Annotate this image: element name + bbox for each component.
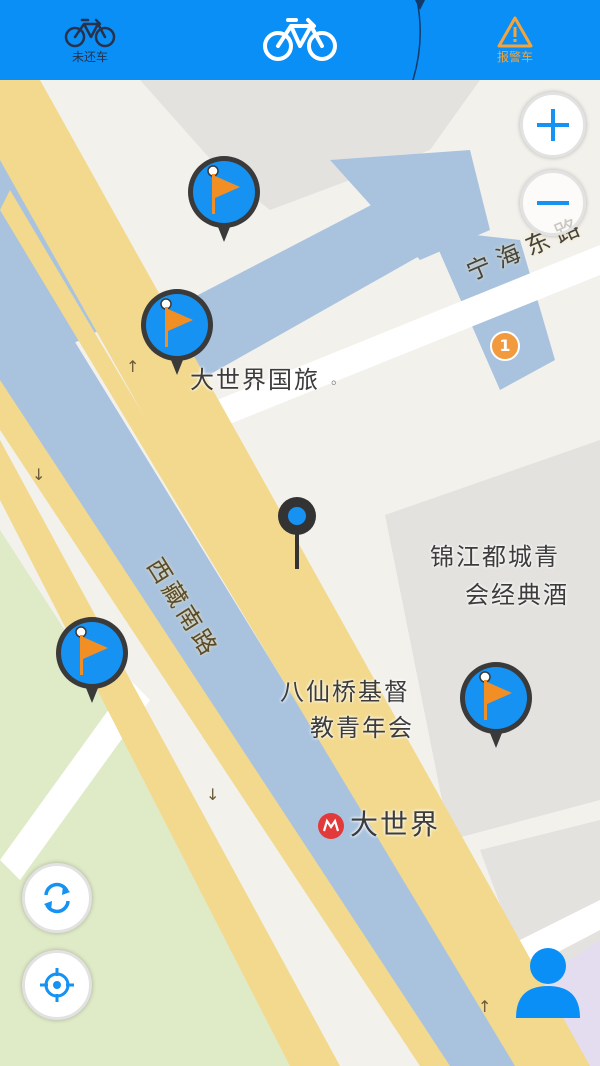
zoom-out-icon — [537, 201, 569, 205]
bicycle-outline-icon — [64, 18, 116, 48]
tab-alarm-label: 报警车 — [496, 50, 533, 64]
svg-text:↑: ↑ — [126, 357, 139, 376]
tab-bicycles[interactable] — [250, 0, 350, 80]
bike-flag-pin[interactable] — [139, 287, 215, 379]
poi-number-badge: 1 — [490, 331, 520, 361]
zoom-in-button[interactable] — [520, 92, 586, 158]
metro-station-label: 大世界 — [318, 810, 440, 840]
svg-text:↑: ↑ — [478, 997, 491, 1016]
bike-flag-pin[interactable] — [54, 615, 130, 707]
svg-text:↓: ↓ — [32, 465, 45, 484]
locate-button[interactable] — [22, 950, 92, 1020]
svg-text:↓: ↓ — [206, 785, 219, 804]
metro-station-name: 大世界 — [350, 808, 441, 841]
tab-divider — [412, 0, 425, 80]
bike-flag-pin[interactable] — [186, 154, 262, 246]
crosshair-icon — [40, 968, 74, 1002]
user-icon — [516, 948, 580, 1018]
place-label-church-2: 教青年会 — [310, 714, 414, 742]
tab-alarm[interactable]: 报警车 — [460, 0, 570, 80]
place-label-hotel-1: 锦江都城青 — [430, 543, 560, 571]
place-label-church-1: 八仙桥基督 — [280, 678, 410, 706]
location-pin-icon — [278, 497, 316, 569]
refresh-button[interactable] — [22, 863, 92, 933]
poi-marker-icon: ◦ — [329, 376, 340, 392]
bicycle-icon — [263, 18, 337, 61]
bike-flag-pin[interactable] — [458, 660, 534, 752]
metro-logo-icon — [318, 813, 344, 839]
zoom-in-icon — [537, 109, 569, 141]
tab-unreturned[interactable]: 未还车 — [40, 0, 140, 80]
warning-triangle-icon — [497, 16, 533, 48]
profile-button[interactable] — [514, 946, 582, 1018]
place-label-hotel-2: 会经典酒 — [465, 581, 569, 609]
refresh-icon — [44, 882, 70, 914]
tab-unreturned-label: 未还车 — [71, 50, 108, 64]
map-view[interactable]: ↑ ↓ ↓ ↑ 西藏南路 宁海东路 大世界国旅 ◦ 锦江都城青 会经典酒 八仙桥… — [0, 80, 600, 1066]
map-background: ↑ ↓ ↓ ↑ — [0, 80, 600, 1066]
zoom-out-button[interactable] — [520, 170, 586, 236]
top-nav-bar: 未还车 报警车 — [0, 0, 600, 80]
